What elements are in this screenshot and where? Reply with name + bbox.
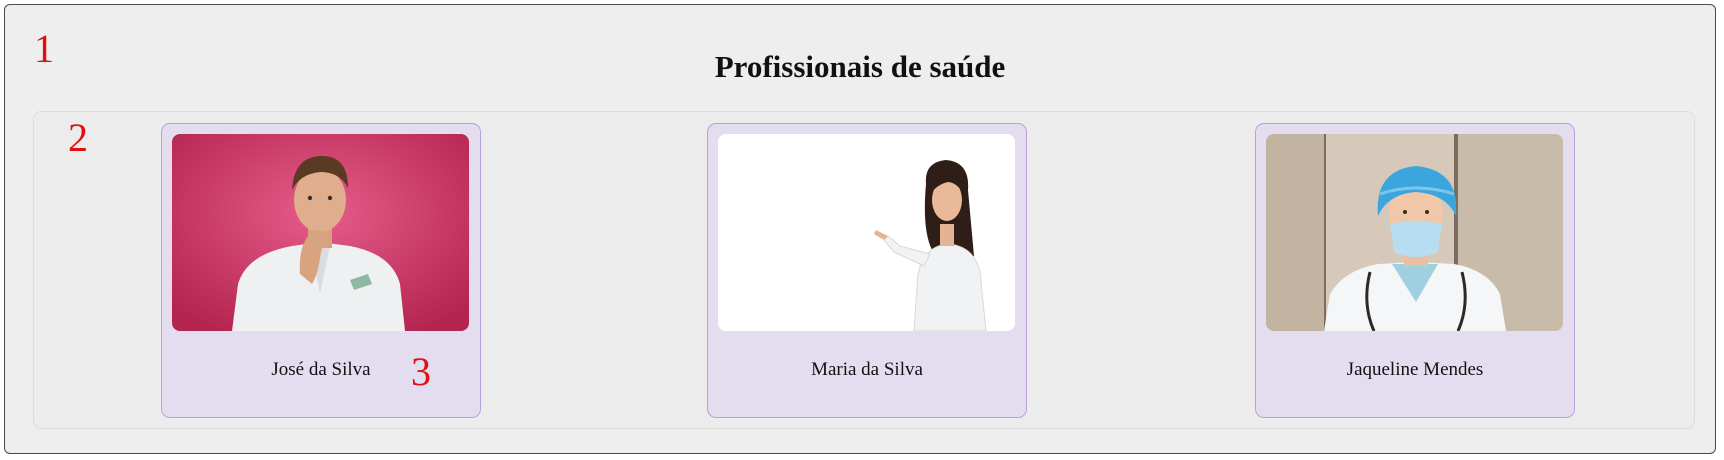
cards-container: 2 José da Silva 3 Maria da Silva Jaqueli…: [33, 111, 1695, 429]
nurse-mask-photo: [1266, 134, 1563, 331]
professional-card[interactable]: Maria da Silva: [707, 123, 1027, 418]
page-title: Profissionais de saúde: [714, 49, 1006, 84]
man-thinking-photo: [172, 134, 469, 331]
annotation-marker-2: 2: [68, 115, 88, 160]
woman-doctor-pointing-photo: [718, 134, 1015, 331]
professional-card[interactable]: Jaqueline Mendes: [1255, 123, 1575, 418]
professional-photo: [718, 134, 1015, 331]
professional-name: José da Silva: [271, 359, 371, 380]
professional-name: Maria da Silva: [811, 359, 923, 380]
professional-name: Jaqueline Mendes: [1346, 359, 1484, 380]
professional-photo: [1266, 134, 1563, 331]
annotation-marker-3: 3: [411, 349, 431, 394]
profissionais-panel: 1 Profissionais de saúde 2 José da Silva…: [4, 4, 1716, 454]
professional-card[interactable]: José da Silva 3: [161, 123, 481, 418]
professional-photo: [172, 134, 469, 331]
